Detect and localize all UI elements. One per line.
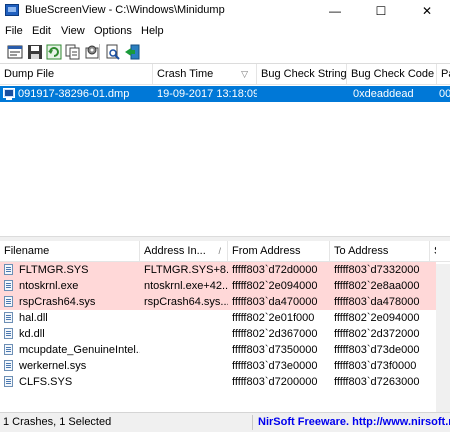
filename-cell: FLTMGR.SYS [19, 264, 89, 276]
from-address-cell: fffff802`2d367000 [232, 328, 318, 340]
driver-row[interactable]: ntoskrnl.exe ntoskrnl.exe+42... fffff802… [0, 278, 436, 294]
app-icon [5, 4, 19, 16]
filename-cell: rspCrash64.sys [19, 296, 96, 308]
sort-indicator-icon: / [218, 246, 221, 256]
col-to-address[interactable]: To Address [330, 241, 430, 261]
menu-edit[interactable]: Edit [32, 25, 51, 37]
dump-file-cell: 091917-38296-01.dmp [18, 88, 130, 100]
col-parameter[interactable]: Pa [437, 64, 450, 84]
menu-view[interactable]: View [61, 25, 85, 37]
driver-row[interactable]: FLTMGR.SYS FLTMGR.SYS+8... fffff803`d72d… [0, 262, 436, 278]
driver-file-icon [4, 344, 13, 355]
driver-row[interactable]: mcupdate_GenuineIntel.... fffff803`d7350… [0, 342, 436, 358]
col-bug-check-string[interactable]: Bug Check String [257, 64, 347, 84]
dump-row[interactable]: 091917-38296-01.dmp 19-09-2017 13:18:09 … [0, 86, 450, 102]
menu-bar: File Edit View Options Help [0, 23, 450, 41]
driver-file-icon [4, 328, 13, 339]
from-address-cell: fffff803`d72d0000 [232, 264, 318, 276]
crash-time-cell: 19-09-2017 13:18:09 [157, 88, 257, 100]
address-in-stack-cell: FLTMGR.SYS+8... [144, 264, 228, 276]
maximize-button[interactable]: ☐ [358, 0, 404, 22]
from-address-cell: fffff803`d7200000 [232, 376, 318, 388]
toolbar-separator [99, 44, 100, 60]
parameter-cell: 00 [439, 88, 450, 100]
driver-row[interactable]: kd.dll fffff802`2d367000 fffff802`2d3720… [0, 326, 436, 342]
address-in-stack-cell [140, 310, 228, 326]
address-in-stack-cell [140, 342, 228, 358]
to-address-cell: fffff802`2e094000 [334, 312, 420, 324]
driver-list-scrollbar[interactable] [436, 264, 450, 412]
from-address-cell: fffff803`da470000 [232, 296, 318, 308]
status-count: 1 Crashes, 1 Selected [3, 416, 112, 428]
driver-list-header: Filename Address In... / From Address To… [0, 241, 450, 262]
nirsoft-link[interactable]: NirSoft Freeware. http://www.nirsoft.net [258, 416, 450, 428]
to-address-cell: fffff803`d7263000 [334, 376, 420, 388]
title-bar: BlueScreenView - C:\Windows\Minidump — ☐… [0, 0, 450, 22]
driver-file-icon [4, 312, 13, 323]
bug-check-string-cell [257, 86, 347, 102]
filename-cell: kd.dll [19, 328, 45, 340]
save-icon[interactable] [27, 44, 43, 60]
col-address-in-stack-label: Address In... [144, 245, 206, 257]
menu-options[interactable]: Options [94, 25, 132, 37]
sort-descending-icon: ▽ [241, 69, 248, 79]
driver-file-icon [4, 360, 13, 371]
menu-file[interactable]: File [5, 25, 23, 37]
col-dump-file[interactable]: Dump File [0, 64, 153, 84]
bug-check-code-cell: 0xdeaddead [353, 88, 414, 100]
driver-file-icon [4, 280, 13, 291]
filename-cell: ntoskrnl.exe [19, 280, 79, 292]
col-size[interactable]: S [430, 241, 436, 261]
address-in-stack-cell [140, 358, 228, 374]
driver-row[interactable]: werkernel.sys fffff803`d73e0000 fffff803… [0, 358, 436, 374]
to-address-cell: fffff803`d7332000 [334, 264, 420, 276]
copy-icon[interactable] [65, 44, 81, 60]
refresh-icon[interactable] [46, 44, 62, 60]
col-address-in-stack[interactable]: Address In... / [140, 241, 228, 261]
driver-file-icon [4, 264, 13, 275]
address-in-stack-cell [140, 374, 228, 390]
from-address-cell: fffff803`d7350000 [232, 344, 318, 356]
col-crash-time-label: Crash Time [157, 68, 214, 80]
driver-file-icon [4, 376, 13, 387]
to-address-cell: fffff803`d73f0000 [334, 360, 417, 372]
address-in-stack-cell: rspCrash64.sys... [144, 296, 228, 308]
to-address-cell: fffff803`da478000 [334, 296, 420, 308]
toolbar [0, 41, 450, 64]
properties-icon[interactable] [7, 44, 23, 60]
to-address-cell: fffff802`2e8aa000 [334, 280, 420, 292]
driver-row[interactable]: hal.dll fffff802`2e01f000 fffff802`2e094… [0, 310, 436, 326]
filename-cell: werkernel.sys [19, 360, 87, 372]
filename-cell: CLFS.SYS [19, 376, 73, 388]
dump-file-icon [3, 88, 15, 100]
to-address-cell: fffff803`d73de000 [334, 344, 420, 356]
filename-cell: mcupdate_GenuineIntel.... [19, 344, 140, 356]
driver-file-icon [4, 296, 13, 307]
menu-help[interactable]: Help [141, 25, 164, 37]
address-in-stack-cell: ntoskrnl.exe+42... [144, 280, 228, 292]
driver-row[interactable]: CLFS.SYS fffff803`d7200000 fffff803`d726… [0, 374, 436, 390]
dump-list-header: Dump File Crash Time ▽ Bug Check String … [0, 64, 450, 85]
filename-cell: hal.dll [19, 312, 48, 324]
minimize-button[interactable]: — [312, 0, 358, 22]
from-address-cell: fffff803`d73e0000 [232, 360, 318, 372]
status-bar: 1 Crashes, 1 Selected NirSoft Freeware. … [0, 412, 450, 432]
col-from-address[interactable]: From Address [228, 241, 330, 261]
driver-row[interactable]: rspCrash64.sys rspCrash64.sys... fffff80… [0, 294, 436, 310]
to-address-cell: fffff802`2d372000 [334, 328, 420, 340]
col-bug-check-code[interactable]: Bug Check Code [347, 64, 437, 84]
close-button[interactable]: ✕ [404, 0, 450, 22]
status-separator [252, 415, 253, 430]
address-in-stack-cell [140, 326, 228, 342]
col-filename[interactable]: Filename [0, 241, 140, 261]
window-title: BlueScreenView - C:\Windows\Minidump [25, 4, 225, 16]
exit-icon[interactable] [124, 44, 140, 60]
advanced-options-icon[interactable] [84, 44, 100, 60]
from-address-cell: fffff802`2e094000 [232, 280, 318, 292]
find-icon[interactable] [105, 44, 121, 60]
from-address-cell: fffff802`2e01f000 [232, 312, 315, 324]
col-crash-time[interactable]: Crash Time ▽ [153, 64, 257, 84]
